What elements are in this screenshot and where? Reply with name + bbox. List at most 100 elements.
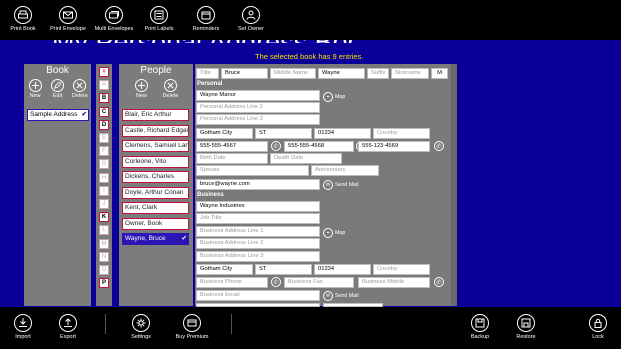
restore-button[interactable]: Restore (500, 314, 552, 341)
book-item-sample[interactable]: Sample Address ✔ (27, 109, 89, 121)
gender-select[interactable]: M (431, 68, 448, 79)
edit-book-button[interactable]: Edit (46, 79, 68, 99)
company-field[interactable]: Wayne Industries (196, 201, 320, 212)
close-icon (73, 79, 87, 92)
print-envelope-button[interactable]: Print Envelope (42, 6, 94, 33)
email-field[interactable]: bruce@wayne.com (196, 179, 320, 190)
phone-icon[interactable]: ✆ (434, 141, 444, 151)
personal-address-line-3[interactable]: Personal Address Line 3 (196, 114, 320, 125)
letter-index-j[interactable]: J (99, 199, 109, 209)
city-field[interactable]: Gotham City (196, 128, 253, 139)
person-list-item[interactable]: Blair, Eric Arthur (122, 109, 189, 121)
zip-field[interactable]: 01234 (314, 128, 371, 139)
letter-index-k[interactable]: K (99, 212, 109, 223)
letter-index-g[interactable]: G (99, 159, 109, 170)
letter-index-b[interactable]: B (99, 93, 109, 104)
send-mail-button[interactable]: ✉ Send Mail (323, 179, 359, 190)
business-state-field[interactable]: ST (255, 264, 312, 275)
detail-scrollbar[interactable] (451, 64, 457, 306)
personal-section-label: Personal (197, 81, 223, 87)
letter-index-o[interactable]: O (99, 265, 109, 275)
nickname-field[interactable]: Nickname (391, 68, 429, 79)
business-section-label: Business (197, 192, 224, 198)
person-list-item[interactable]: Doyle, Arthur Conan (122, 186, 189, 199)
title-field[interactable]: Title (196, 68, 219, 79)
person-list-item[interactable]: Castle, Richard Edgar (122, 124, 189, 137)
close-icon (164, 79, 177, 92)
phone-icon[interactable]: ✆ (434, 277, 444, 287)
business-fax-field[interactable]: Business Fax (284, 277, 354, 288)
letter-index-hash[interactable]: # (99, 67, 109, 77)
suffix-field[interactable]: Suffix (367, 68, 389, 79)
business-city-field[interactable]: Gotham City (196, 264, 253, 275)
letter-index-d[interactable]: D (99, 119, 109, 130)
anniversary-field[interactable]: Anniversary (311, 165, 379, 176)
phone-icon[interactable]: ✆ (271, 141, 281, 151)
export-button[interactable]: Export (42, 314, 94, 341)
business-email-field[interactable]: Business Email (196, 290, 320, 301)
business-address-line-1[interactable]: Business Address Line 1 (196, 226, 320, 237)
state-field[interactable]: ST (255, 128, 312, 139)
business-phone-field[interactable]: Business Phone (196, 277, 268, 288)
birth-date-field[interactable]: Birth Date (196, 153, 268, 164)
settings-button[interactable]: Settings (115, 314, 167, 341)
new-book-button[interactable]: New (24, 79, 46, 99)
middle-name-field[interactable]: Middle Name (270, 68, 316, 79)
delete-book-button[interactable]: Delete (69, 79, 91, 99)
letter-index-h[interactable]: H (99, 172, 109, 183)
letter-index-n[interactable]: N (99, 251, 109, 262)
map-pin-icon: ⌖ (323, 227, 333, 238)
user-icon (242, 6, 260, 24)
letter-index-c[interactable]: C (99, 106, 109, 117)
letter-index-e[interactable]: E (99, 133, 109, 143)
person-list-item[interactable]: Dickens, Charles (122, 171, 189, 183)
personal-address-line-2[interactable]: Personal Address Line 2 (196, 102, 320, 113)
phone-1-field[interactable]: 555-555-4567 (196, 141, 268, 152)
phone-icon[interactable]: ✆ (271, 277, 281, 287)
divider (105, 314, 106, 334)
business-address-line-3[interactable]: Business Address Line 3 (196, 251, 320, 262)
buy-premium-button[interactable]: Buy Premium (166, 314, 218, 341)
letter-index-a[interactable]: A (99, 80, 109, 91)
person-list-item[interactable]: Corleone, Vito (122, 155, 189, 168)
death-date-field[interactable]: Death Date (270, 153, 342, 164)
letter-index-i[interactable]: I (99, 185, 109, 196)
business-map-button[interactable]: ⌖ Map (323, 227, 345, 238)
delete-person-button[interactable]: Delete (159, 79, 183, 99)
phone-2-field[interactable]: 555-555-4568 (284, 141, 354, 152)
gear-icon (132, 314, 150, 332)
first-name-field[interactable]: Bruce (221, 68, 268, 79)
set-owner-button[interactable]: Set Owner (225, 6, 277, 33)
lock-icon (589, 314, 607, 332)
mail-icon: ✉ (323, 290, 333, 301)
map-button[interactable]: ⌖ Map (323, 91, 345, 102)
personal-address-line-1[interactable]: Wayne Manor (196, 90, 320, 101)
business-send-mail-button[interactable]: ✉ Send Mail (323, 290, 359, 301)
business-country-field[interactable]: Country (373, 264, 430, 275)
business-mobile-field[interactable]: Business Mobile (358, 277, 430, 288)
people-panel-header: People (140, 65, 172, 76)
people-panel: People New Delete (119, 64, 193, 306)
envelope-icon (59, 6, 77, 24)
letter-index-p[interactable]: P (99, 278, 109, 289)
business-zip-field[interactable]: 01234 (314, 264, 371, 275)
lock-button[interactable]: Lock (572, 314, 621, 341)
letter-index-m[interactable]: M (99, 238, 109, 249)
letter-index-l[interactable]: L (99, 225, 109, 236)
person-list-item[interactable]: Clemens, Samuel Langhorne (122, 140, 189, 152)
new-person-button[interactable]: New (130, 79, 154, 99)
last-name-field[interactable]: Wayne (318, 68, 365, 79)
job-title-field[interactable]: Job Title (196, 213, 320, 224)
backup-icon (471, 314, 489, 332)
spouse-field[interactable]: Spouse (196, 165, 309, 176)
person-list-item[interactable]: Kent, Clark (122, 202, 189, 214)
person-list-item[interactable]: Wayne, Bruce ✔ (122, 233, 189, 245)
letter-index-f[interactable]: F (99, 146, 109, 157)
print-labels-button[interactable]: Print Labels (133, 6, 185, 33)
premium-icon (183, 314, 201, 332)
phone-3-field[interactable]: 555-123-4569 (358, 141, 430, 152)
backup-button[interactable]: Backup (454, 314, 506, 341)
business-address-line-2[interactable]: Business Address Line 2 (196, 238, 320, 249)
country-field[interactable]: Country (373, 128, 430, 139)
person-list-item[interactable]: Owner, Book (122, 217, 189, 230)
